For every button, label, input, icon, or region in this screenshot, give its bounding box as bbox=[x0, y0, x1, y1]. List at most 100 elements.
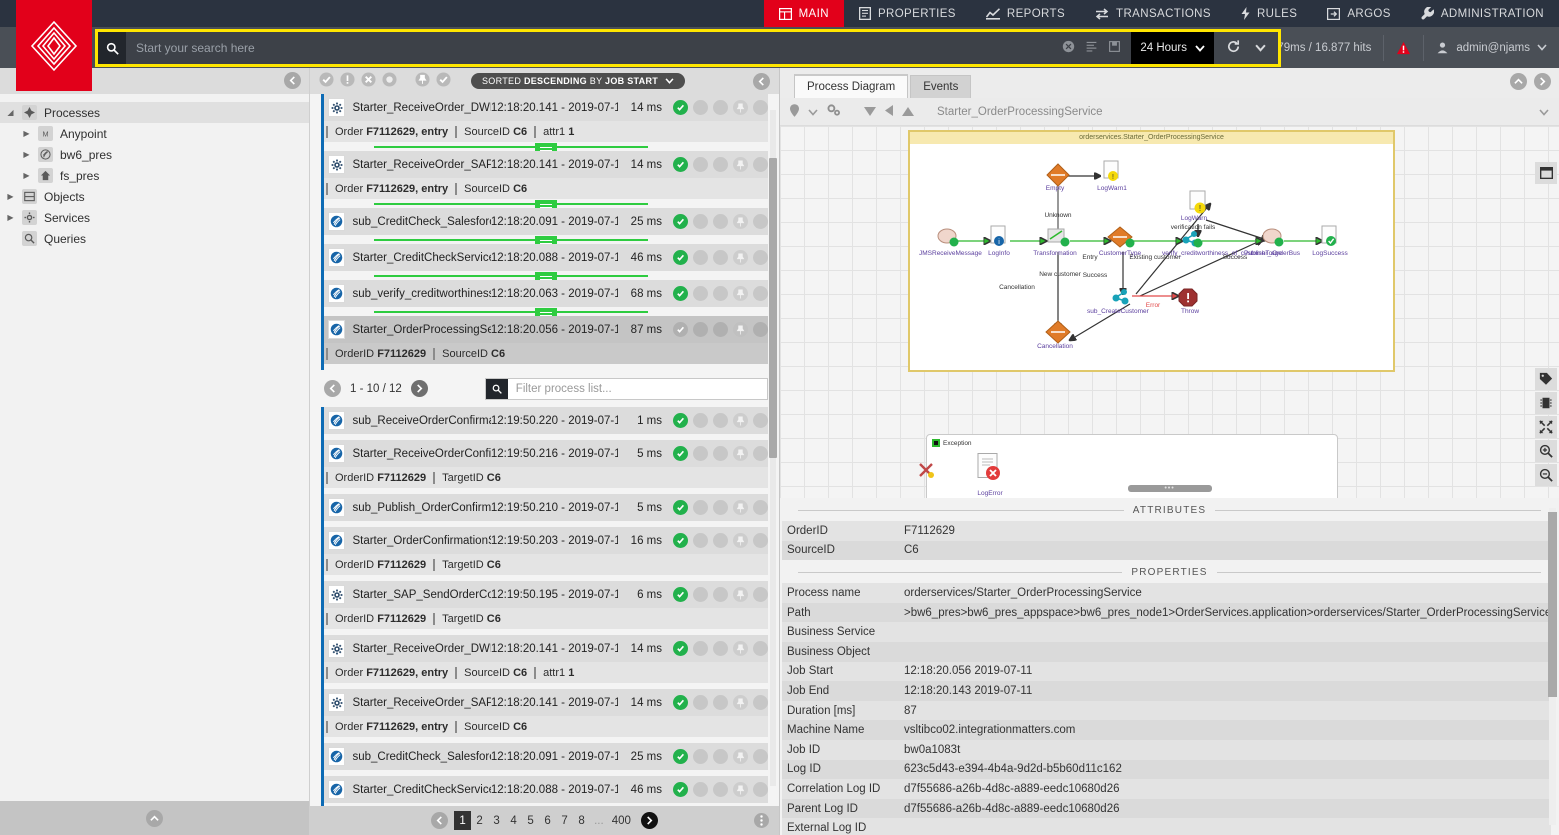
zoom-out-icon[interactable] bbox=[1535, 464, 1557, 486]
pin-icon[interactable] bbox=[733, 214, 748, 229]
pagination-next-button[interactable] bbox=[640, 812, 658, 829]
filter-running-icon[interactable] bbox=[382, 72, 397, 90]
pin-icon[interactable] bbox=[733, 100, 748, 115]
pin-icon[interactable] bbox=[733, 250, 748, 265]
expand-up-button[interactable] bbox=[1510, 73, 1527, 90]
status-dot-5[interactable] bbox=[753, 446, 768, 461]
pin-icon[interactable] bbox=[733, 413, 748, 428]
sidebar-item-queries[interactable]: Queries bbox=[0, 228, 309, 249]
sidebar-item-fs_pres[interactable]: ▶ fs_pres bbox=[0, 165, 309, 186]
process-list-item[interactable]: sub_CreditCheck_Salesforce 12:18:20.091 … bbox=[321, 743, 768, 776]
status-dot-2[interactable] bbox=[693, 782, 708, 797]
list-options-button[interactable] bbox=[754, 813, 769, 828]
filter-process-input[interactable] bbox=[507, 378, 767, 399]
table-row[interactable]: Starter_OrderConfirmationServ 12:19:50.2… bbox=[324, 527, 768, 554]
topnav-item-argos[interactable]: ARGOS bbox=[1312, 0, 1406, 27]
page-number[interactable]: 400 bbox=[608, 811, 635, 830]
status-dot-5[interactable] bbox=[753, 322, 768, 337]
status-dot-3[interactable] bbox=[713, 587, 728, 602]
process-list-item[interactable]: Starter_ReceiveOrder_DWH 12:18:20.141 - … bbox=[321, 635, 768, 689]
status-dot-2[interactable] bbox=[693, 446, 708, 461]
twisty-icon[interactable]: ▶ bbox=[6, 213, 15, 222]
topnav-item-transactions[interactable]: TRANSACTIONS bbox=[1080, 0, 1226, 27]
nav-left-icon[interactable] bbox=[885, 104, 893, 119]
nav-down-icon[interactable] bbox=[864, 105, 876, 119]
status-dot-5[interactable] bbox=[753, 286, 768, 301]
status-dot-2[interactable] bbox=[693, 157, 708, 172]
tab-events[interactable]: Events bbox=[910, 75, 972, 98]
pin-icon[interactable] bbox=[733, 641, 748, 656]
prev-page-button[interactable] bbox=[324, 380, 341, 397]
filter-pinned-icon[interactable] bbox=[415, 72, 430, 90]
status-dot-2[interactable] bbox=[693, 500, 708, 515]
table-row[interactable]: Starter_ReceiveOrder_DWH 12:18:20.141 - … bbox=[324, 635, 768, 662]
status-dot-3[interactable] bbox=[713, 157, 728, 172]
collapse-list-button[interactable] bbox=[753, 72, 770, 90]
status-dot-3[interactable] bbox=[713, 749, 728, 764]
table-row[interactable]: sub_CreditCheck_Salesforce 12:18:20.091 … bbox=[324, 743, 768, 770]
table-row[interactable]: sub_ReceiveOrderConfirmation 12:19:50.22… bbox=[324, 407, 768, 434]
pin-icon[interactable] bbox=[733, 286, 748, 301]
process-list-item[interactable]: Starter_ReceiveOrder_SAP 12:18:20.141 - … bbox=[321, 689, 768, 743]
pin-icon[interactable] bbox=[733, 500, 748, 515]
status-dot-5[interactable] bbox=[753, 413, 768, 428]
table-row[interactable]: Starter_ReceiveOrderConfirma 12:19:50.21… bbox=[324, 440, 768, 467]
page-number[interactable]: 8 bbox=[573, 811, 590, 830]
table-row[interactable]: Starter_CreditCheckService 12:18:20.088 … bbox=[324, 244, 768, 271]
process-list-item[interactable]: sub_CreditCheck_Salesforce 12:18:20.091 … bbox=[321, 208, 768, 244]
status-dot-5[interactable] bbox=[753, 533, 768, 548]
breadcrumb-dropdown-icon[interactable] bbox=[1539, 105, 1549, 119]
page-number[interactable]: 7 bbox=[556, 811, 573, 830]
status-dot-3[interactable] bbox=[713, 322, 728, 337]
status-dot-2[interactable] bbox=[693, 641, 708, 656]
table-row[interactable]: Starter_SAP_SendOrderConfir 12:19:50.195… bbox=[324, 581, 768, 608]
sidebar-item-bw6_pres[interactable]: ▶ bw6_pres bbox=[0, 144, 309, 165]
status-dot-3[interactable] bbox=[713, 100, 728, 115]
status-dot-2[interactable] bbox=[693, 695, 708, 710]
status-dot-3[interactable] bbox=[713, 500, 728, 515]
marker-icon[interactable] bbox=[790, 103, 799, 120]
filter-error-icon[interactable] bbox=[361, 72, 376, 90]
pin-icon[interactable] bbox=[733, 157, 748, 172]
log-error-node[interactable] bbox=[975, 453, 1005, 487]
sort-selector[interactable]: SORTED DESCENDING BY JOB START bbox=[471, 73, 686, 89]
process-list-item[interactable]: Starter_CreditCheckService 12:18:20.088 … bbox=[321, 244, 768, 280]
sidebar-item-objects[interactable]: ▶ Objects bbox=[0, 186, 309, 207]
twisty-icon[interactable]: ▶ bbox=[6, 192, 15, 201]
sidebar-item-processes[interactable]: ◢ Processes bbox=[0, 102, 309, 123]
next-page-button[interactable] bbox=[410, 380, 428, 397]
topnav-item-properties[interactable]: PROPERTIES bbox=[844, 0, 971, 27]
status-dot-3[interactable] bbox=[713, 641, 728, 656]
pin-icon[interactable] bbox=[733, 533, 748, 548]
table-row[interactable]: sub_CreditCheck_Salesforce 12:18:20.091 … bbox=[324, 208, 768, 235]
status-dot-3[interactable] bbox=[713, 446, 728, 461]
process-list-item[interactable]: Starter_ReceiveOrderConfirma 12:19:50.21… bbox=[321, 440, 768, 494]
tab-process-diagram[interactable]: Process Diagram bbox=[794, 74, 909, 98]
collapse-sidebar-button[interactable] bbox=[284, 72, 301, 89]
pin-icon[interactable] bbox=[733, 749, 748, 764]
twisty-icon[interactable]: ▶ bbox=[22, 171, 31, 180]
status-dot-5[interactable] bbox=[753, 695, 768, 710]
status-dot-2[interactable] bbox=[693, 322, 708, 337]
status-dot-3[interactable] bbox=[713, 286, 728, 301]
page-number[interactable]: 1 bbox=[454, 811, 472, 830]
status-dot-3[interactable] bbox=[713, 413, 728, 428]
twisty-icon[interactable]: ◢ bbox=[6, 108, 15, 117]
page-number[interactable]: 2 bbox=[471, 811, 488, 830]
status-dot-3[interactable] bbox=[713, 782, 728, 797]
query-list-icon[interactable] bbox=[1085, 40, 1098, 56]
fit-window-button[interactable] bbox=[1535, 162, 1557, 184]
process-list-item[interactable]: Starter_CreditCheckService 12:18:20.088 … bbox=[321, 776, 768, 806]
details-scrollbar[interactable] bbox=[1548, 498, 1557, 835]
refresh-options-icon[interactable] bbox=[1255, 41, 1266, 55]
pin-icon[interactable] bbox=[733, 322, 748, 337]
diagram-horizontal-scrollbar[interactable]: ••• bbox=[1127, 485, 1212, 492]
alert-indicator[interactable] bbox=[1383, 34, 1423, 61]
table-row[interactable]: sub_Publish_OrderConfirmatio 12:19:50.21… bbox=[324, 494, 768, 521]
sidebar-item-anypoint[interactable]: ▶ M Anypoint bbox=[0, 123, 309, 144]
save-query-icon[interactable] bbox=[1108, 40, 1121, 56]
pin-icon[interactable] bbox=[733, 695, 748, 710]
filter-selected-icon[interactable] bbox=[436, 72, 451, 90]
search-input[interactable] bbox=[126, 32, 1053, 64]
table-row[interactable]: sub_verify_creditworthiness_of_ 12:18:20… bbox=[324, 280, 768, 307]
